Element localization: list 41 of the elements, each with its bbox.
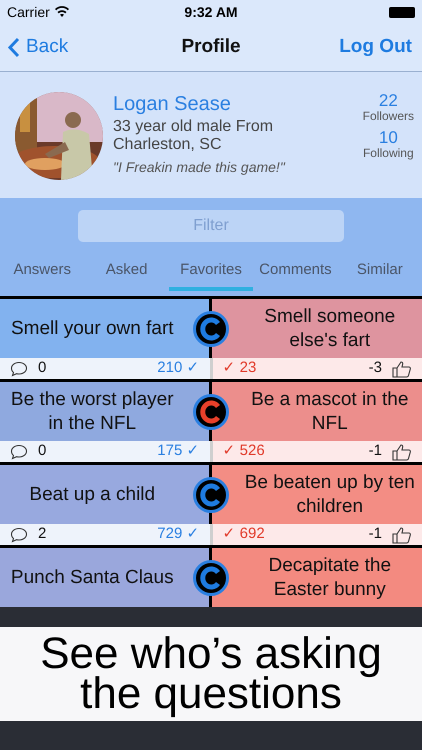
thumbs-up-icon[interactable] xyxy=(392,442,412,460)
user-bio: 33 year old male From Charleston, SC xyxy=(113,118,274,154)
wifi-icon xyxy=(54,6,70,18)
stat-value[interactable]: 22 xyxy=(378,92,398,110)
carrier-label: Carrier xyxy=(7,2,50,22)
clock: 9:32 AM xyxy=(184,2,238,22)
thumbs-up-icon[interactable] xyxy=(392,526,412,544)
battery-icon xyxy=(389,6,416,18)
like-count: -3 xyxy=(368,358,382,378)
comment-count: 0 xyxy=(38,358,46,378)
comment-icon[interactable] xyxy=(10,444,28,460)
vote-count: ✓ 692 xyxy=(222,524,265,544)
stat-label[interactable]: Following xyxy=(362,147,414,160)
tab[interactable]: Similar xyxy=(338,253,422,291)
comment-count: 2 xyxy=(38,524,46,544)
option-text[interactable]: Punch Santa Claus xyxy=(10,566,174,590)
back-button[interactable]: Back xyxy=(8,33,68,62)
stat-label[interactable]: Followers xyxy=(362,110,414,123)
vote-count: ✓ 23 xyxy=(222,358,256,378)
vote-count: 175 ✓ xyxy=(157,441,200,462)
chevron-left-icon xyxy=(8,37,20,58)
option-text[interactable]: Beat up a child xyxy=(29,482,156,506)
comment-count: 0 xyxy=(38,441,46,462)
page-title: Profile xyxy=(181,35,241,60)
thumbs-up-icon[interactable] xyxy=(392,360,412,378)
vote-count: 729 ✓ xyxy=(157,524,200,544)
filter-field[interactable]: Filter xyxy=(78,210,344,242)
user-name: Logan Sease xyxy=(113,92,232,116)
tab[interactable]: Comments xyxy=(253,253,338,291)
user-quote: "I Freakin made this game!" xyxy=(113,158,286,176)
comment-icon[interactable] xyxy=(10,526,28,542)
tab[interactable]: Answers xyxy=(0,253,84,291)
tab[interactable]: Favorites xyxy=(168,253,254,291)
comment-icon[interactable] xyxy=(10,360,28,376)
log-out-button[interactable]: Log Out xyxy=(339,33,414,62)
like-count: -1 xyxy=(368,524,382,544)
tab[interactable]: Asked xyxy=(84,253,169,291)
vote-count: 210 ✓ xyxy=(157,358,200,378)
stat-value[interactable]: 10 xyxy=(378,129,398,147)
like-count: -1 xyxy=(368,441,382,462)
vote-count: ✓ 526 xyxy=(222,441,265,462)
